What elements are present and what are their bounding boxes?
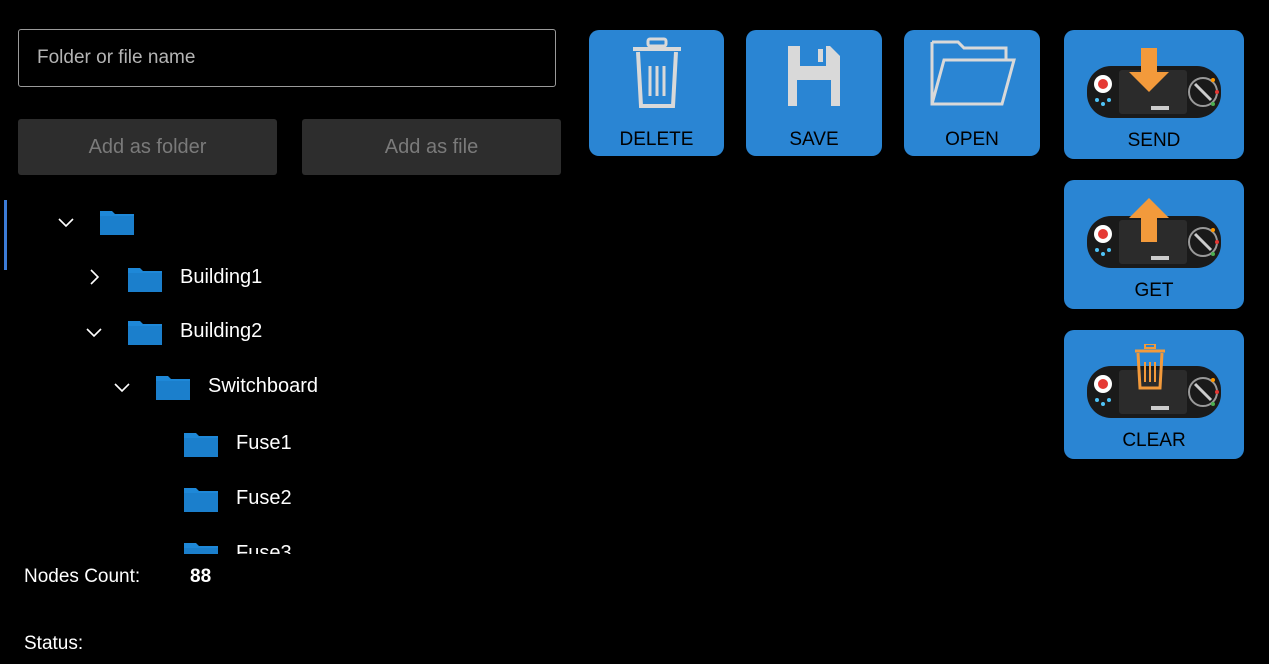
device-send-icon bbox=[1064, 44, 1244, 124]
tree-node-fuse3[interactable]: Fuse3 bbox=[20, 529, 560, 554]
tree-node-label: Fuse3 bbox=[236, 542, 292, 554]
chevron-down-icon[interactable] bbox=[56, 212, 76, 232]
tree-node-fuse2[interactable]: Fuse2 bbox=[20, 474, 560, 524]
folder-icon bbox=[126, 264, 164, 294]
trash-icon bbox=[589, 36, 724, 112]
delete-button[interactable]: DELETE bbox=[589, 30, 724, 156]
clear-label: CLEAR bbox=[1122, 430, 1186, 451]
folder-icon bbox=[182, 429, 220, 459]
send-label: SEND bbox=[1127, 130, 1181, 151]
add-as-file-button[interactable]: Add as file bbox=[302, 119, 561, 175]
open-label: OPEN bbox=[945, 129, 999, 150]
tree-node-switchboard[interactable]: Switchboard bbox=[20, 362, 560, 412]
tree-node-fuse1[interactable]: Fuse1 bbox=[20, 419, 560, 469]
folder-icon bbox=[182, 484, 220, 514]
get-label: GET bbox=[1134, 280, 1174, 301]
folder-open-icon bbox=[904, 36, 1040, 112]
tree-node-label: Fuse1 bbox=[236, 432, 292, 454]
clear-button[interactable]: CLEAR bbox=[1064, 330, 1244, 459]
save-label: SAVE bbox=[789, 129, 839, 150]
nodes-count-value: 88 bbox=[190, 566, 212, 587]
tree-node-root[interactable] bbox=[20, 197, 560, 247]
folder-icon bbox=[154, 372, 192, 402]
tree-node-building2[interactable]: Building2 bbox=[20, 307, 560, 357]
scroll-indicator[interactable] bbox=[4, 200, 7, 270]
send-button[interactable]: SEND bbox=[1064, 30, 1244, 159]
device-get-icon bbox=[1064, 194, 1244, 274]
nodes-count-label: Nodes Count: bbox=[24, 566, 141, 587]
tree-node-label: Switchboard bbox=[208, 375, 319, 397]
open-button[interactable]: OPEN bbox=[904, 30, 1040, 156]
tree-node-building1[interactable]: Building1 bbox=[20, 252, 560, 302]
delete-label: DELETE bbox=[619, 129, 694, 150]
device-clear-icon bbox=[1064, 344, 1244, 424]
save-button[interactable]: SAVE bbox=[746, 30, 882, 156]
floppy-disk-icon bbox=[746, 36, 882, 112]
tree-node-label: Fuse2 bbox=[236, 487, 292, 509]
folder-icon bbox=[126, 317, 164, 347]
folder-icon bbox=[98, 207, 136, 237]
folder-icon bbox=[182, 539, 220, 554]
name-input[interactable] bbox=[18, 29, 556, 87]
status-label: Status: bbox=[24, 633, 84, 654]
chevron-right-icon[interactable] bbox=[84, 267, 104, 287]
chevron-down-icon[interactable] bbox=[84, 322, 104, 342]
chevron-down-icon[interactable] bbox=[112, 377, 132, 397]
tree-node-label: Building1 bbox=[180, 266, 263, 288]
get-button[interactable]: GET bbox=[1064, 180, 1244, 309]
app-window: Add as folder Add as file Building1 bbox=[0, 0, 1269, 664]
add-as-folder-button[interactable]: Add as folder bbox=[18, 119, 277, 175]
tree-node-label: Building2 bbox=[180, 320, 263, 342]
tree-view[interactable]: Building1 Building2 Switchboard Fuse1 Fu… bbox=[20, 190, 560, 554]
